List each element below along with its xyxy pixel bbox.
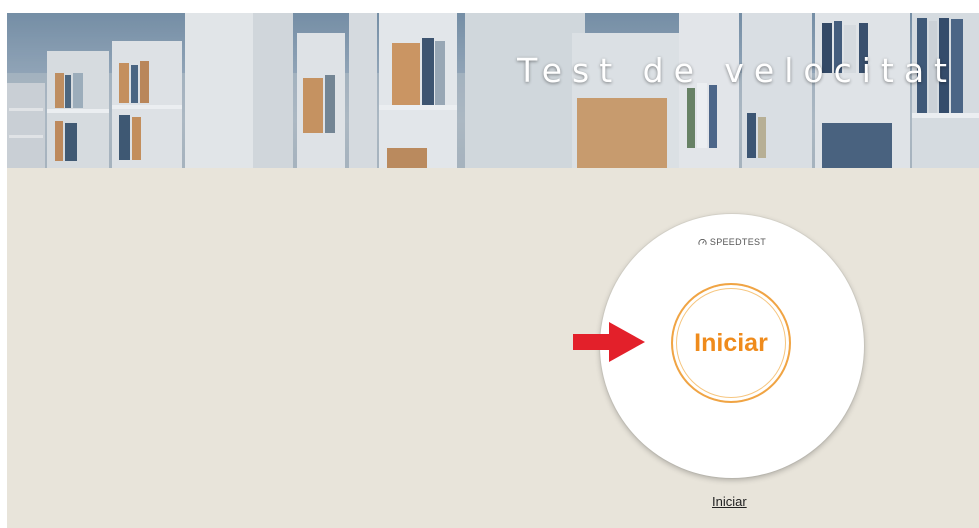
page: Test de velocitat SPEEDTEST Iniciar Inic… [7, 13, 979, 528]
speedometer-icon [698, 238, 707, 245]
header-banner: Test de velocitat [7, 13, 979, 168]
start-test-label: Iniciar [694, 328, 768, 357]
library-shelves-image [7, 13, 979, 168]
arrow-right-icon [573, 322, 645, 362]
page-title: Test de velocitat [517, 51, 957, 90]
start-test-button[interactable]: Iniciar [671, 283, 791, 403]
speedtest-brand-label: SPEEDTEST [709, 237, 767, 247]
speedtest-brand: SPEEDTEST [600, 237, 864, 247]
start-test-link[interactable]: Iniciar [712, 494, 747, 509]
